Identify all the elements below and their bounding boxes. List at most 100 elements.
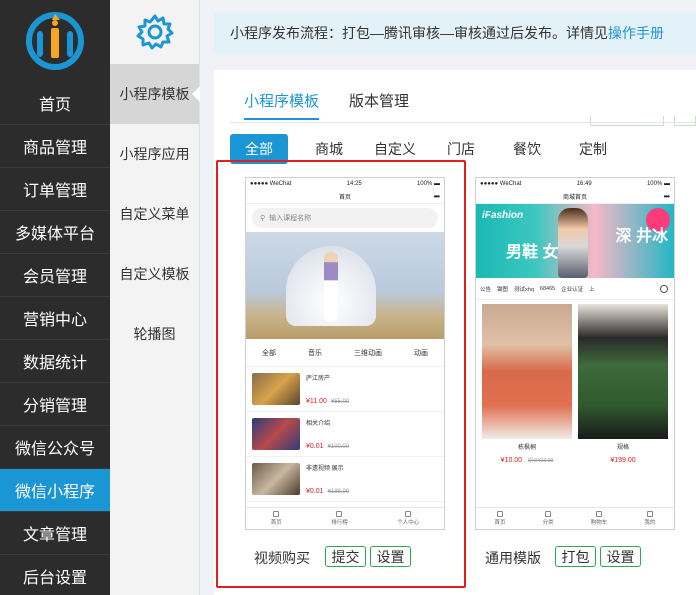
tab-version-management[interactable]: 版本管理 xyxy=(349,90,409,120)
home-icon xyxy=(497,511,504,517)
phone-search-box: ⚲ 输入课程名称 xyxy=(252,208,438,228)
nav-item[interactable]: 多媒体平台 xyxy=(0,211,110,254)
gear-icon xyxy=(136,14,173,50)
phone-category-row: 公告 锄图 测试xhq 68465 企业认证 上 xyxy=(476,278,674,300)
user-icon xyxy=(646,511,653,517)
subnav-header xyxy=(110,0,199,64)
list-price: ¥11.00 xyxy=(306,398,327,405)
cart-icon xyxy=(596,511,603,517)
phone-tab-category: 分类 xyxy=(543,511,554,526)
phone-tab-bar: 首页 分类 购物车 我的 xyxy=(476,507,674,529)
subnav-item[interactable]: 小程序应用 xyxy=(110,124,199,184)
nav-item[interactable]: 营销中心 xyxy=(0,297,110,340)
list-thumb xyxy=(252,418,300,450)
package-button[interactable]: 打包 xyxy=(555,546,596,567)
list-price: ¥0.01 xyxy=(306,443,324,450)
subnav-item[interactable]: 小程序模板 xyxy=(110,64,200,124)
settings-button[interactable]: 设置 xyxy=(600,546,641,567)
phone-tab-mine: 我的 xyxy=(644,511,655,526)
product-name: 栋枫桐 xyxy=(517,445,536,451)
search-icon: ⚲ xyxy=(260,215,266,222)
list-thumb xyxy=(252,463,300,495)
list-icon xyxy=(545,511,552,517)
product-card: 栋枫桐 ¥10.00 原价¥10.00 xyxy=(482,304,572,464)
phone-tab-home: 首页 xyxy=(495,511,506,526)
list-old-price: ¥55.00 xyxy=(330,399,350,405)
more-dots-icon: ••• xyxy=(663,192,670,201)
phone-title-bar: 首页 ••• xyxy=(246,190,444,204)
phone-cat: 三维动画 xyxy=(354,349,382,357)
filter-option[interactable]: 餐饮 xyxy=(494,134,560,164)
product-image xyxy=(482,304,572,439)
filter-option[interactable]: 定制 xyxy=(560,134,626,164)
phone-category-tabs: 全部 音乐 三维动画 动画 xyxy=(246,339,444,367)
nav-item[interactable]: 后台设置 xyxy=(0,555,110,595)
phone-banner-image: iFashion 男鞋 女鞋 深 井冰 xyxy=(476,204,674,278)
nav-item[interactable]: 微信公众号 xyxy=(0,426,110,469)
settings-button[interactable]: 设置 xyxy=(370,546,411,567)
phone-cat: 68465 xyxy=(539,285,556,292)
search-placeholder: 输入课程名称 xyxy=(269,215,312,222)
phone-tab-ranking: 排行榜 xyxy=(331,511,348,526)
list-thumb xyxy=(252,373,300,405)
template-preview-general[interactable]: ●●●●● WeChat 16:49 100% ▬ 商城首页 ••• iFash… xyxy=(475,177,675,530)
manual-link[interactable]: 操作手册 xyxy=(608,23,664,43)
nav-item[interactable]: 订单管理 xyxy=(0,168,110,211)
tab-miniprogram-templates[interactable]: 小程序模板 xyxy=(244,90,320,120)
phone-tab-profile: 个人中心 xyxy=(397,511,419,526)
product-image xyxy=(578,304,668,439)
phone-cat: 公告 xyxy=(480,286,492,293)
phone-title: 首页 xyxy=(338,195,351,201)
phone-list-item: 庐江房产 ¥11.00 ¥55.00 xyxy=(246,367,444,412)
clock: 16:49 xyxy=(576,181,592,187)
subnav-item[interactable]: 自定义模板 xyxy=(110,244,199,304)
list-old-price: ¥100.00 xyxy=(327,444,350,450)
phone-cat: 上 xyxy=(589,286,595,293)
phone-title: 商城首页 xyxy=(562,195,587,201)
trophy-icon xyxy=(336,511,343,517)
template-preview-video-purchase[interactable]: ●●●●● WeChat 14:25 100% ▬ 首页 ••• ⚲ 输入课程名… xyxy=(245,177,445,530)
banner-brand: iFashion xyxy=(482,210,524,221)
user-icon xyxy=(405,511,412,517)
nav-item[interactable]: 数据统计 xyxy=(0,340,110,383)
phone-tab-home: 首页 xyxy=(271,511,282,526)
app-logo[interactable] xyxy=(0,0,110,82)
list-price: ¥0.01 xyxy=(306,488,324,495)
nav-item[interactable]: 微信小程序 xyxy=(0,469,110,512)
product-price: ¥10.00 原价¥10.00 xyxy=(500,457,554,464)
subnav-item[interactable]: 轮播图 xyxy=(110,304,199,364)
battery: 100% ▬ xyxy=(646,181,670,187)
partial-button-outline xyxy=(674,116,696,126)
banner-text-right: 深 井冰 xyxy=(615,228,668,245)
sub-nav: 小程序模板 小程序应用 自定义菜单 自定义模板 轮播图 xyxy=(110,0,200,595)
phone-status-bar: ●●●●● WeChat 16:49 100% ▬ xyxy=(476,178,674,190)
phone-status-bar: ●●●●● WeChat 14:25 100% ▬ xyxy=(246,178,444,190)
carrier: ●●●●● WeChat xyxy=(250,181,292,187)
main-nav: 首页 商品管理 订单管理 多媒体平台 会员管理 营销中心 数据统计 分销管理 微信公众号 微信小程… xyxy=(0,0,110,595)
nav-item[interactable]: 会员管理 xyxy=(0,254,110,297)
list-title: 相关介绍 xyxy=(306,421,331,427)
nav-item[interactable]: 分销管理 xyxy=(0,383,110,426)
template-name: 视频购买 xyxy=(254,550,310,566)
phone-cat: 动画 xyxy=(414,349,428,357)
phone-title-bar: 商城首页 ••• xyxy=(476,190,674,204)
battery: 100% ▬ xyxy=(416,181,440,187)
banner-model-figure xyxy=(558,208,588,278)
phone-cat: 全部 xyxy=(262,349,276,357)
nav-item[interactable]: 商品管理 xyxy=(0,125,110,168)
list-old-price: ¥188.00 xyxy=(327,489,350,495)
carrier: ●●●●● WeChat xyxy=(480,181,522,187)
product-name: 规格 xyxy=(616,445,629,451)
nav-item[interactable]: 文章管理 xyxy=(0,512,110,555)
submit-button[interactable]: 提交 xyxy=(325,546,366,567)
phone-product-grid: 栋枫桐 ¥10.00 原价¥10.00 规格 ¥199.00 xyxy=(476,300,674,468)
phone-cat: 企业认证 xyxy=(561,286,584,293)
clock: 14:25 xyxy=(346,181,362,187)
phone-list-item: 非遗视频 展示 ¥0.01 ¥188.00 xyxy=(246,457,444,502)
notice-text: 小程序发布流程：打包—腾讯审核—审核通过后发布。详情见 xyxy=(230,25,608,41)
search-icon xyxy=(660,284,668,293)
phone-tab-cart: 购物车 xyxy=(591,511,607,526)
subnav-item[interactable]: 自定义菜单 xyxy=(110,184,199,244)
phone-cat: 测试xhq xyxy=(514,286,534,293)
nav-item[interactable]: 首页 xyxy=(0,82,110,125)
